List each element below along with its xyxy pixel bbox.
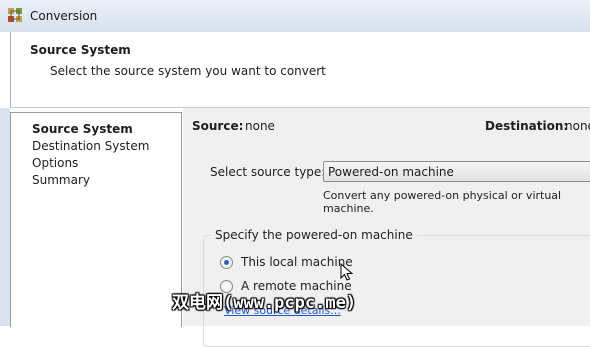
nav-item-summary[interactable]: Summary — [32, 173, 90, 187]
page-subtitle: Select the source system you want to con… — [50, 64, 326, 78]
source-value: none — [245, 119, 275, 133]
source-label: Source: — [192, 119, 244, 133]
destination-label: Destination: — [485, 119, 569, 133]
destination-value: none — [565, 119, 590, 133]
mouse-cursor-icon — [340, 263, 354, 281]
wizard-steps-panel: Source System Destination System Options… — [10, 112, 182, 327]
source-type-value: Powered-on machine — [328, 165, 454, 179]
window-title: Conversion — [30, 9, 98, 23]
local-machine-radio[interactable] — [220, 256, 233, 269]
page-title: Source System — [30, 43, 131, 57]
nav-item-options[interactable]: Options — [32, 156, 78, 170]
nav-item-source-system[interactable]: Source System — [32, 122, 133, 136]
nav-item-destination-system[interactable]: Destination System — [32, 139, 149, 153]
title-bar: Conversion — [0, 0, 590, 32]
source-type-select[interactable]: Powered-on machine — [323, 161, 590, 182]
vmware-converter-icon — [8, 8, 22, 22]
group-title: Specify the powered-on machine — [211, 228, 417, 242]
select-source-type-label: Select source type: — [210, 165, 326, 179]
window-frame-left — [0, 108, 10, 326]
local-machine-label[interactable]: This local machine — [241, 255, 353, 269]
watermark: 双电网(www.pcpc.me) — [172, 293, 357, 313]
source-type-help: Convert any powered-on physical or virtu… — [323, 189, 562, 215]
wizard-header: Source System Select the source system y… — [10, 32, 590, 107]
